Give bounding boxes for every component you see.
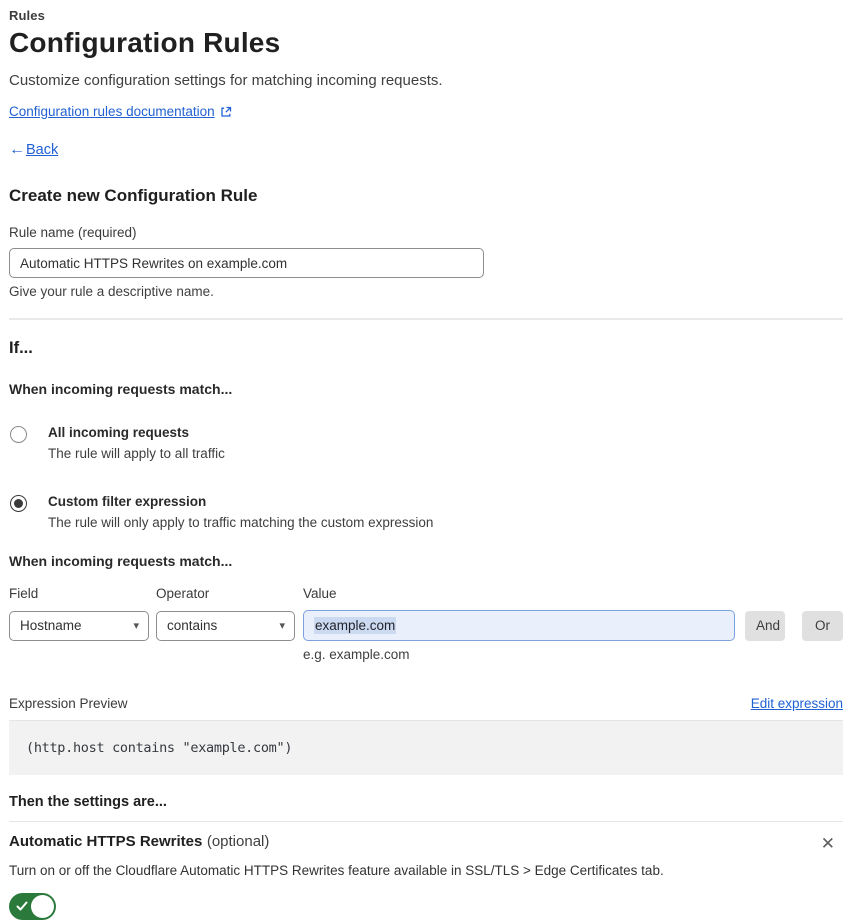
automatic-https-rewrites-toggle[interactable] [9, 893, 56, 920]
radio-description: The rule will apply to all traffic [48, 446, 225, 461]
check-icon [15, 899, 29, 918]
radio-label: All incoming requests [48, 425, 190, 440]
section-divider [9, 318, 843, 320]
radio-option-custom-filter[interactable]: Custom filter expression The rule will o… [9, 494, 843, 530]
then-settings-heading: Then the settings are... [9, 794, 167, 810]
page-title: Configuration Rules [9, 27, 281, 58]
toggle-knob [31, 895, 54, 918]
field-column-label: Field [9, 586, 39, 601]
or-button[interactable]: Or [802, 610, 843, 641]
if-heading: If... [9, 339, 33, 357]
external-link-icon [220, 106, 232, 118]
back-arrow-icon: ← [9, 141, 25, 158]
radio-unselected-icon[interactable] [10, 426, 27, 443]
setting-name: Automatic HTTPS Rewrites [9, 833, 203, 850]
radio-option-all-requests[interactable]: All incoming requests The rule will appl… [9, 425, 843, 461]
match-heading: When incoming requests match... [9, 381, 233, 397]
edit-expression-link[interactable]: Edit expression [751, 696, 843, 711]
chevron-down-icon: ▾ [279, 620, 285, 632]
setting-divider [9, 821, 843, 822]
field-select-value: Hostname [20, 618, 82, 633]
back-link[interactable]: Back [26, 142, 58, 158]
expression-preview-label: Expression Preview [9, 696, 128, 711]
documentation-link[interactable]: Configuration rules documentation [9, 104, 215, 119]
radio-label: Custom filter expression [48, 494, 207, 509]
and-button[interactable]: And [745, 610, 785, 641]
page-subtitle: Customize configuration settings for mat… [9, 72, 443, 89]
chevron-down-icon: ▾ [133, 620, 139, 632]
expression-text: (http.host contains "example.com") [26, 740, 293, 756]
setting-optional-tag: (optional) [206, 833, 270, 850]
radio-selected-icon[interactable] [10, 495, 27, 512]
breadcrumb: Rules [9, 8, 45, 23]
rule-name-help: Give your rule a descriptive name. [9, 284, 214, 299]
operator-column-label: Operator [156, 586, 210, 601]
rule-name-input[interactable] [9, 248, 484, 278]
setting-description: Turn on or off the Cloudflare Automatic … [9, 863, 664, 878]
operator-select[interactable]: contains ▾ [156, 610, 295, 641]
builder-heading: When incoming requests match... [9, 553, 233, 569]
close-icon[interactable]: ✕ [819, 833, 843, 854]
rule-name-label: Rule name (required) [9, 225, 137, 240]
expression-preview-code: (http.host contains "example.com") [9, 721, 843, 775]
field-select[interactable]: Hostname ▾ [9, 610, 149, 641]
value-column-label: Value [303, 586, 337, 601]
value-input[interactable]: example.com [303, 610, 735, 641]
value-input-text: example.com [314, 617, 397, 634]
back-link-row[interactable]: ← Back [9, 141, 843, 159]
radio-description: The rule will only apply to traffic matc… [48, 515, 434, 530]
operator-select-value: contains [167, 618, 218, 633]
create-rule-heading: Create new Configuration Rule [9, 186, 258, 205]
value-help-text: e.g. example.com [303, 647, 410, 662]
